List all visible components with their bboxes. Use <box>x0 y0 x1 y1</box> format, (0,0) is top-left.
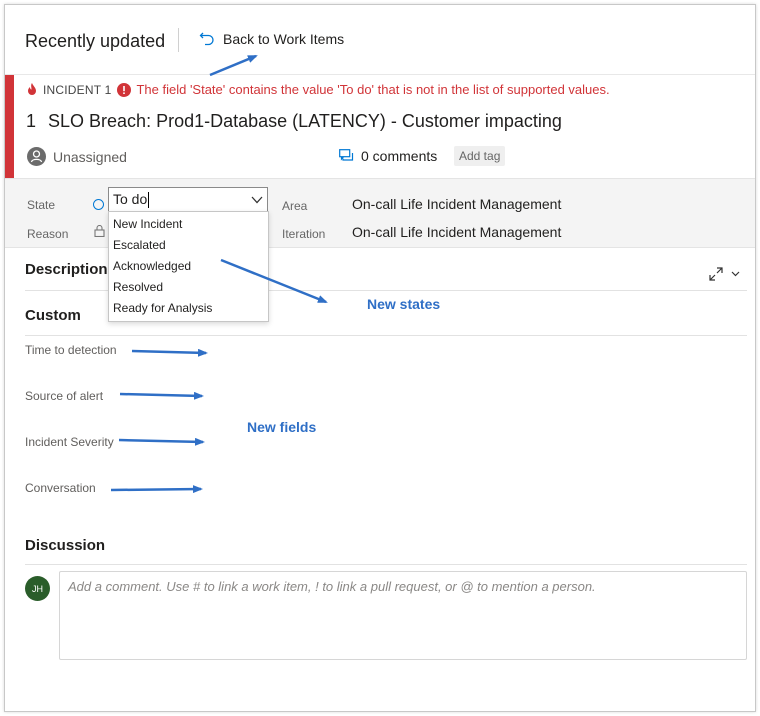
back-to-work-items-link[interactable]: Back to Work Items <box>199 31 344 47</box>
page-title: Recently updated <box>25 31 166 51</box>
custom-heading: Custom <box>25 307 81 324</box>
area-value[interactable]: On-call Life Incident Management <box>352 196 561 212</box>
iteration-value[interactable]: On-call Life Incident Management <box>352 224 561 240</box>
custom-separator <box>25 335 747 336</box>
iteration-label: Iteration <box>282 227 326 241</box>
work-item-title-text: SLO Breach: Prod1-Database (LATENCY) - C… <box>48 111 562 131</box>
work-item-panel: Recently updated Back to Work Items INCI… <box>4 4 756 712</box>
reason-label: Reason <box>27 227 69 241</box>
state-option[interactable]: Acknowledged <box>109 256 268 277</box>
state-options-list: New Incident Escalated Acknowledged Reso… <box>108 211 269 322</box>
state-circle-icon <box>93 199 104 210</box>
custom-field-incident-severity[interactable]: Incident Severity <box>25 435 114 449</box>
chevron-down-icon <box>251 196 263 203</box>
state-option[interactable]: New Incident <box>109 214 268 235</box>
state-option[interactable]: Resolved <box>109 277 268 298</box>
area-label: Area <box>282 199 308 213</box>
lock-icon <box>94 225 105 237</box>
state-option[interactable]: Escalated <box>109 235 268 256</box>
divider <box>178 28 179 52</box>
annotation-new-states: New states <box>367 296 441 312</box>
custom-field-time-to-detection[interactable]: Time to detection <box>25 343 117 357</box>
comments-count: 0 comments <box>361 148 438 164</box>
work-item-type-color-bar <box>5 75 14 179</box>
comment-input[interactable]: Add a comment. Use # to link a work item… <box>59 571 747 660</box>
unassigned-avatar-icon <box>27 147 46 166</box>
custom-field-conversation[interactable]: Conversation <box>25 481 96 495</box>
state-dropdown[interactable]: To do <box>108 187 268 212</box>
top-bar: Recently updated Back to Work Items <box>5 5 755 73</box>
description-heading: Description <box>25 261 108 278</box>
custom-field-source-of-alert[interactable]: Source of alert <box>25 389 103 403</box>
chevron-down-icon[interactable] <box>731 271 740 277</box>
state-value: To do <box>113 190 150 209</box>
avatar: JH <box>25 576 50 601</box>
comment-icon <box>339 149 354 161</box>
validation-error-message: The field 'State' contains the value 'To… <box>136 82 610 97</box>
work-item-id: 1 <box>26 111 37 131</box>
work-item-title[interactable]: 1 SLO Breach: Prod1-Database (LATENCY) -… <box>26 111 562 132</box>
assigned-to-label: Unassigned <box>53 148 127 165</box>
add-tag-button[interactable]: Add tag <box>454 146 506 166</box>
work-item-type-row: INCIDENT 1 The field 'State' contains th… <box>27 82 610 97</box>
assigned-to[interactable]: Unassigned <box>27 147 127 166</box>
flame-icon <box>28 83 36 95</box>
error-icon <box>117 82 132 97</box>
annotation-new-fields: New fields <box>247 419 317 435</box>
back-link-label: Back to Work Items <box>223 31 345 47</box>
work-item-type-label: INCIDENT 1 <box>43 82 112 97</box>
state-option[interactable]: Ready for Analysis <box>109 298 268 319</box>
discussion-heading: Discussion <box>25 537 106 554</box>
discussion-separator <box>25 564 747 565</box>
state-label: State <box>27 198 56 212</box>
back-arrow-icon <box>199 32 214 46</box>
work-item-header: INCIDENT 1 The field 'State' contains th… <box>5 74 755 179</box>
expand-icon[interactable] <box>709 267 723 281</box>
comments-link[interactable]: 0 comments <box>339 148 437 164</box>
description-controls <box>709 267 745 281</box>
